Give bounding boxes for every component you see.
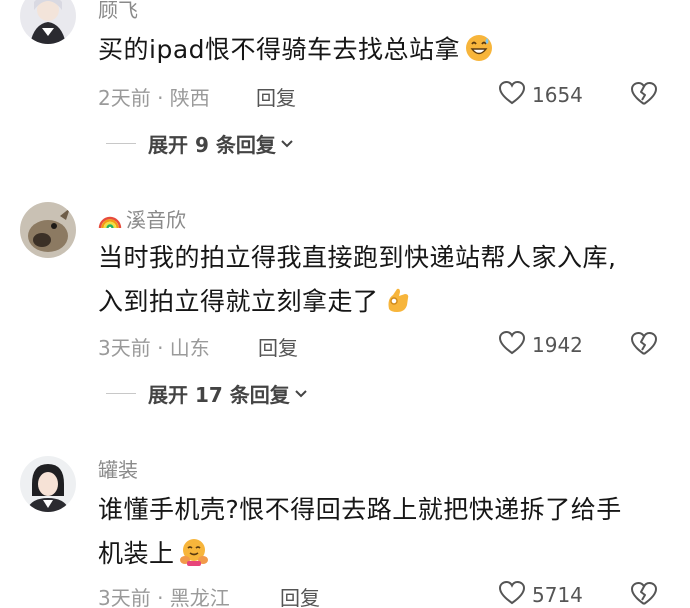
avatar[interactable] [20, 202, 76, 258]
divider [106, 142, 136, 144]
comment-text: 谁懂手机壳?恨不得回去路上就把快递拆了给手 机装上 [98, 488, 658, 581]
username[interactable]: 溪音欣 [98, 204, 186, 235]
comment-meta: 2天前 · 陕西 回复 1654 [98, 80, 668, 110]
broken-heart-icon [630, 331, 658, 363]
broken-heart-icon [630, 81, 658, 113]
avatar[interactable] [20, 0, 76, 44]
comment-list: 顾飞 买的ipad恨不得骑车去找总站拿 2天前 · 陕西 回复 1654 展开 … [0, 0, 690, 608]
like-button[interactable]: 5714 [498, 580, 583, 608]
username[interactable]: 罐装 [98, 454, 138, 483]
expand-replies-label: 展开 9 条回复 [148, 132, 276, 157]
username[interactable]: 顾飞 [98, 0, 138, 23]
reply-button[interactable]: 回复 [258, 332, 298, 361]
hugging-face-emoji-icon [179, 537, 209, 581]
like-count: 1654 [532, 83, 583, 107]
comment-text: 买的ipad恨不得骑车去找总站拿 [98, 28, 658, 77]
like-button[interactable]: 1654 [498, 80, 583, 110]
heart-icon [498, 80, 526, 111]
dislike-button[interactable] [630, 580, 658, 608]
dislike-button[interactable] [630, 330, 658, 363]
expand-replies-label: 展开 17 条回复 [148, 382, 290, 407]
dislike-button[interactable] [630, 80, 658, 113]
comment-meta: 3天前 · 山东 回复 1942 [98, 330, 668, 360]
heart-icon [498, 330, 526, 361]
comment-text-line: 机装上 [98, 539, 175, 568]
chevron-down-icon [280, 134, 294, 153]
like-button[interactable]: 1942 [498, 330, 583, 360]
broken-heart-icon [630, 581, 658, 608]
like-count: 1942 [532, 333, 583, 357]
expand-replies[interactable]: 展开 17 条回复 [106, 378, 308, 408]
comment-meta: 3天前 · 黑龙江 回复 5714 [98, 580, 668, 608]
username-label: 溪音欣 [126, 208, 186, 232]
like-count: 5714 [532, 583, 583, 607]
grinning-sweat-emoji-icon [464, 33, 494, 77]
heart-icon [498, 580, 526, 608]
comment-text: 当时我的拍立得我直接跑到快递站帮人家入库, 入到拍立得就立刻拿走了 [98, 236, 658, 329]
time-location: 3天前 · 山东 [98, 336, 210, 360]
avatar[interactable] [20, 456, 76, 512]
reply-button[interactable]: 回复 [256, 82, 296, 111]
rainbow-icon [98, 210, 122, 235]
time-location: 3天前 · 黑龙江 [98, 586, 230, 608]
expand-replies[interactable]: 展开 9 条回复 [106, 128, 294, 158]
reply-button[interactable]: 回复 [280, 582, 320, 608]
divider [106, 392, 136, 394]
comment-text-line: 当时我的拍立得我直接跑到快递站帮人家入库, [98, 243, 617, 272]
chevron-down-icon [294, 384, 308, 403]
time-location: 2天前 · 陕西 [98, 86, 210, 110]
comment-text-line: 入到拍立得就立刻拿走了 [98, 287, 379, 316]
ok-hand-emoji-icon [383, 285, 413, 329]
comment-text-line: 谁懂手机壳?恨不得回去路上就把快递拆了给手 [98, 495, 622, 524]
